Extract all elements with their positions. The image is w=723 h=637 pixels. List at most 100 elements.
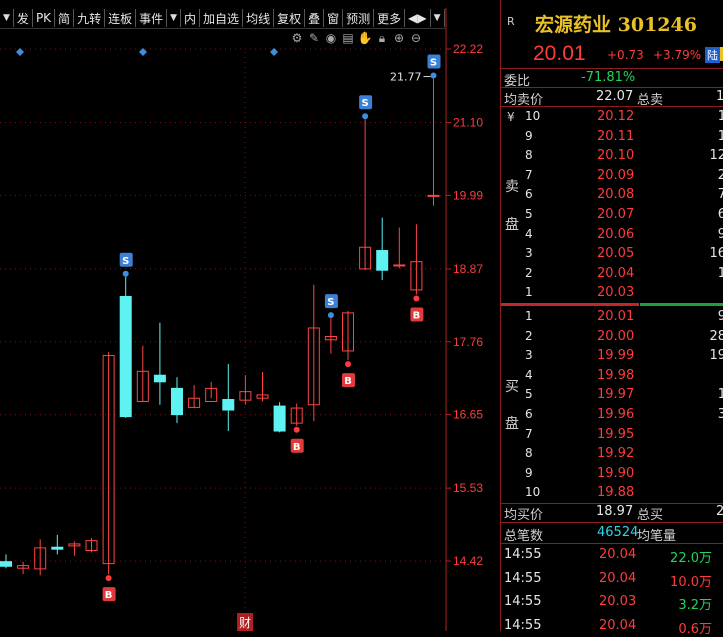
level-volume: 2 xyxy=(717,167,723,183)
order-level[interactable]: 10 20.12 1 xyxy=(501,108,723,127)
order-level[interactable]: 6 19.96 3 xyxy=(501,406,723,425)
order-level[interactable]: 3 20.05 16 xyxy=(501,245,723,264)
order-level[interactable]: 4 19.98 xyxy=(501,367,723,386)
level-price: 19.97 xyxy=(597,387,635,403)
level-price: 20.10 xyxy=(597,148,635,164)
level-number: 1 xyxy=(525,285,533,300)
level-number: 10 xyxy=(525,485,541,500)
level-volume: 1 xyxy=(717,128,723,144)
level-price: 20.05 xyxy=(597,246,635,262)
tick-volume: 10.0万 xyxy=(670,574,712,590)
level-price: 20.04 xyxy=(597,265,635,281)
stock-name: 宏源药业 301246 xyxy=(535,14,697,36)
sell-marker-label: S xyxy=(361,98,368,109)
buy-marker-label: B xyxy=(413,310,421,321)
tick-price: 20.04 xyxy=(599,547,637,562)
level-volume: 6 xyxy=(717,207,723,222)
buy-marker-label: B xyxy=(105,590,113,601)
level-number: 7 xyxy=(525,167,533,182)
candle-body xyxy=(393,264,406,267)
sell-point-dot xyxy=(327,312,334,319)
level-price: 19.90 xyxy=(597,465,635,481)
level-price: 20.07 xyxy=(597,207,635,222)
tick-volume: 22.0万 xyxy=(670,551,712,566)
level-volume: 12 xyxy=(709,148,723,164)
level-volume: 19 xyxy=(709,348,723,364)
tick-time: 14:55 xyxy=(504,547,542,562)
tick-time: 14:55 xyxy=(504,570,542,586)
sell-point-dot xyxy=(430,72,437,79)
candle-body xyxy=(427,194,440,197)
level-volume: 9 xyxy=(717,226,723,242)
buy-marker-label: B xyxy=(293,442,301,453)
stock-title: R 宏源药业 301246 xyxy=(501,10,723,36)
candle-body xyxy=(222,399,235,411)
tick-row: 14:55 20.03 3.2万 xyxy=(501,593,723,613)
divider xyxy=(501,543,723,544)
level-volume: 3 xyxy=(717,407,723,422)
level-volume: 1 xyxy=(717,387,723,403)
order-level[interactable]: 3 19.99 19 xyxy=(501,347,723,366)
bid-strength-bar xyxy=(501,303,639,306)
event-diamond-icon xyxy=(270,48,278,56)
level-number: 2 xyxy=(525,265,533,280)
level-price: 19.99 xyxy=(597,348,635,364)
tick-price: 20.03 xyxy=(599,594,637,609)
high-price-label: 21.77 xyxy=(390,71,422,84)
price-change: +0.73 xyxy=(607,48,644,62)
ask-strength-bar xyxy=(640,303,723,306)
level-number: 3 xyxy=(525,348,533,363)
divider xyxy=(501,106,723,107)
order-level[interactable]: 8 20.10 12 xyxy=(501,147,723,166)
divider xyxy=(501,522,723,523)
order-level[interactable]: 8 19.92 xyxy=(501,445,723,464)
level-price: 20.03 xyxy=(597,285,635,301)
level-number: 6 xyxy=(525,407,533,421)
order-level[interactable]: 9 20.11 1 xyxy=(501,128,723,147)
level-price: 20.12 xyxy=(597,109,635,124)
order-level[interactable]: 1 20.01 9 xyxy=(501,308,723,327)
order-level[interactable]: 5 20.07 6 xyxy=(501,206,723,225)
order-level[interactable]: 2 20.04 1 xyxy=(501,265,723,284)
sell-marker-label: S xyxy=(122,256,129,267)
level-number: 5 xyxy=(525,387,533,402)
level-price: 19.88 xyxy=(597,485,635,501)
level-number: 7 xyxy=(525,426,533,441)
tick-row: 14:55 20.04 0.6万 xyxy=(501,617,723,637)
last-price: 20.01 xyxy=(533,42,586,65)
order-level[interactable]: 1 20.03 xyxy=(501,284,723,303)
order-level[interactable]: 7 19.95 xyxy=(501,426,723,445)
buy-point-dot xyxy=(293,426,300,433)
level-volume: 16 xyxy=(709,246,723,262)
tick-time: 14:55 xyxy=(504,617,542,633)
tick-time: 14:55 xyxy=(504,594,542,609)
kline-chart[interactable]: 22.22 21.10 19.99 18.87 17.76 16.65 15.53 14.42… xyxy=(0,0,500,631)
level-number: 3 xyxy=(525,246,533,261)
level-volume: 7 xyxy=(717,187,723,203)
order-level[interactable]: 2 20.00 28 xyxy=(501,328,723,347)
level-price: 19.95 xyxy=(597,426,635,442)
candle-body xyxy=(0,561,12,567)
level-price: 19.96 xyxy=(597,407,635,422)
sell-marker-label: S xyxy=(430,58,437,69)
order-level[interactable]: 7 20.09 2 xyxy=(501,167,723,186)
level-number: 4 xyxy=(525,367,533,382)
tick-volume: 0.6万 xyxy=(678,621,712,637)
order-level[interactable]: 9 19.90 xyxy=(501,465,723,484)
order-level[interactable]: 4 20.06 9 xyxy=(501,226,723,245)
bid-avg-row: 均买价 18.97 总买 2 xyxy=(504,504,723,523)
buy-point-dot xyxy=(413,295,420,302)
order-level[interactable]: 6 20.08 7 xyxy=(501,186,723,205)
level-number: 8 xyxy=(525,446,533,461)
order-level[interactable]: 10 19.88 xyxy=(501,484,723,503)
tick-row: 14:55 20.04 22.0万 xyxy=(501,546,723,566)
level-number: 9 xyxy=(525,128,533,143)
level-volume: 1 xyxy=(717,109,723,124)
connect-tag: 陆 xyxy=(705,47,720,63)
axis-tick-label: 18.87 xyxy=(453,262,483,276)
trades-row: 总笔数 46524 均笔量 xyxy=(504,525,677,544)
order-level[interactable]: 5 19.97 1 xyxy=(501,386,723,405)
event-diamond-icon xyxy=(16,48,24,56)
tick-price: 20.04 xyxy=(599,570,637,586)
candle-body xyxy=(273,405,286,432)
